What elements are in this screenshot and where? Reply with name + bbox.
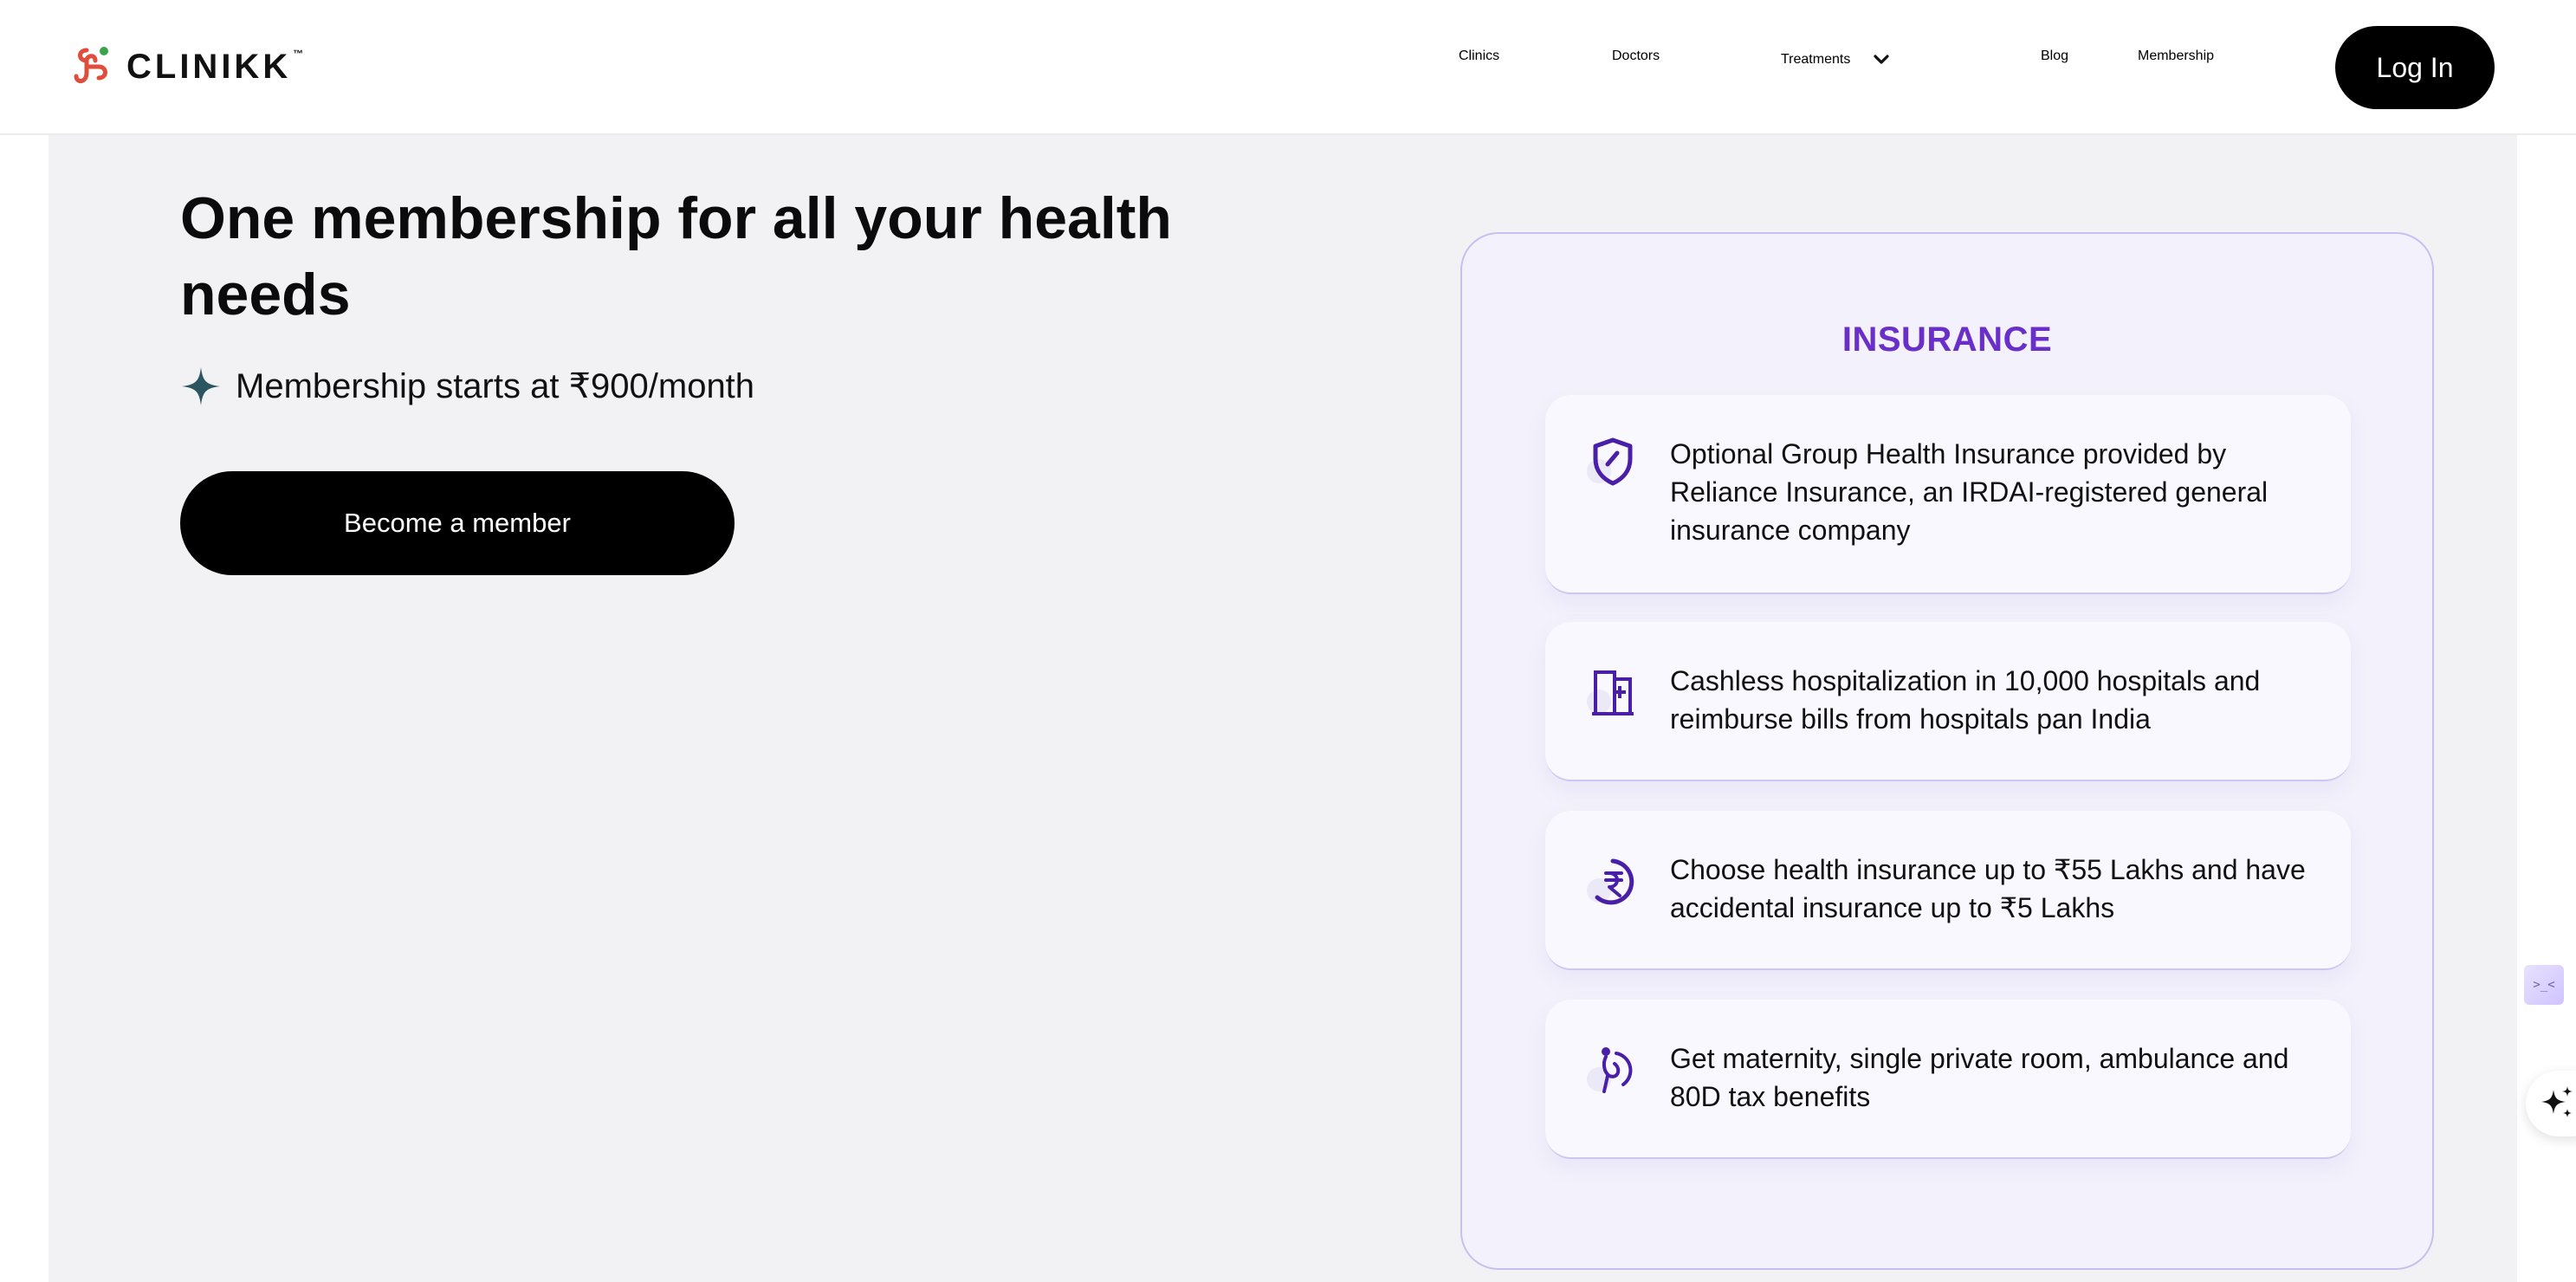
nav-treatments[interactable]: Treatments bbox=[1781, 49, 1893, 71]
maternity-icon bbox=[1587, 1047, 1633, 1093]
rupee-coin-icon bbox=[1587, 858, 1634, 905]
side-widget-button[interactable]: >_< bbox=[2524, 965, 2564, 1005]
hospital-icon bbox=[1587, 670, 1634, 715]
clinikk-logo-icon bbox=[74, 47, 108, 83]
brand-name: CLINIKK ™ bbox=[126, 47, 304, 86]
insurance-card: INSURANCE Optional Group Health Insuranc… bbox=[1460, 232, 2434, 1270]
nav-clinics[interactable]: Clinics bbox=[1459, 49, 1499, 64]
price-note-text: Membership starts at ₹900/month bbox=[236, 367, 755, 405]
membership-price-note: Membership starts at ₹900/month bbox=[180, 366, 754, 407]
login-button[interactable]: Log In bbox=[2335, 26, 2495, 109]
sparkle-icon bbox=[182, 367, 220, 405]
insurance-feature-item: Get maternity, single private room, ambu… bbox=[1545, 1000, 2351, 1159]
shield-icon bbox=[1587, 437, 1633, 486]
become-member-button[interactable]: Become a member bbox=[180, 471, 735, 575]
page-title: One membership for all your health needs bbox=[180, 185, 1172, 327]
feature-text: Cashless hospitalization in 10,000 hospi… bbox=[1670, 665, 2261, 735]
nav-treatments-label: Treatments bbox=[1781, 52, 1851, 68]
feature-text: Optional Group Health Insurance provided… bbox=[1670, 438, 2269, 546]
insurance-feature-item: Cashless hospitalization in 10,000 hospi… bbox=[1545, 622, 2351, 781]
site-header: CLINIKK ™ Clinics Doctors Treatments Blog… bbox=[0, 0, 2576, 135]
nav-blog[interactable]: Blog bbox=[2041, 49, 2068, 64]
feature-text: Choose health insurance up to ₹55 Lakhs … bbox=[1670, 854, 2306, 923]
insurance-feature-item: Choose health insurance up to ₹55 Lakhs … bbox=[1545, 811, 2351, 970]
feature-text: Get maternity, single private room, ambu… bbox=[1670, 1043, 2289, 1112]
insurance-feature-item: Optional Group Health Insurance provided… bbox=[1545, 395, 2351, 594]
insurance-title: INSURANCE bbox=[1841, 320, 2053, 359]
nav-membership[interactable]: Membership bbox=[2138, 49, 2214, 64]
nav-doctors[interactable]: Doctors bbox=[1612, 49, 1660, 64]
trademark-mark: ™ bbox=[293, 47, 304, 60]
clinikk-logo[interactable]: CLINIKK ™ bbox=[69, 43, 303, 90]
chevron-down-icon bbox=[1874, 55, 1889, 64]
sparkles-icon bbox=[2541, 1086, 2573, 1117]
